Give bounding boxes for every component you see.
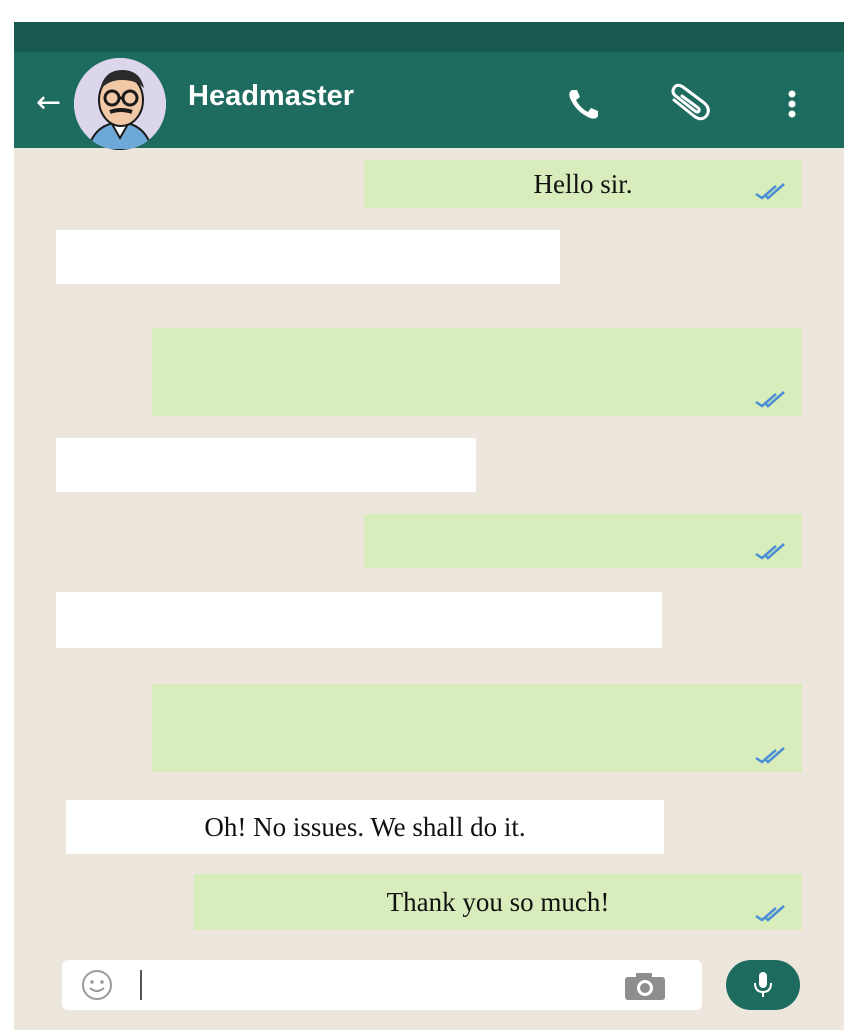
chat-screen: ← Headmaster Hello sir. Oh! No issues. W… [14, 22, 844, 1030]
voice-message-button[interactable] [726, 960, 800, 1010]
message-bubble-outgoing[interactable] [364, 514, 802, 568]
message-text: Thank you so much! [386, 886, 610, 917]
emoji-icon[interactable] [80, 968, 114, 1002]
message-bubble-outgoing[interactable]: Thank you so much! [194, 874, 802, 930]
message-text: Hello sir. [533, 168, 633, 199]
message-bubble-incoming[interactable] [56, 438, 476, 492]
camera-icon[interactable] [622, 970, 668, 1002]
read-receipt-icon [755, 183, 785, 200]
contact-name[interactable]: Headmaster [188, 80, 354, 113]
avatar-illustration [74, 58, 166, 150]
message-bubble-incoming[interactable] [56, 592, 662, 648]
message-bubble-incoming[interactable] [56, 230, 560, 284]
microphone-icon [754, 972, 772, 997]
message-bubble-incoming[interactable]: Oh! No issues. We shall do it. [66, 800, 664, 854]
read-receipt-icon [755, 747, 785, 764]
message-input-bar[interactable] [62, 960, 702, 1010]
chat-header: ← Headmaster [14, 22, 844, 150]
message-text: Oh! No issues. We shall do it. [204, 811, 526, 842]
read-receipt-icon [755, 905, 785, 922]
back-arrow-icon[interactable]: ← [36, 86, 70, 120]
contact-avatar[interactable] [74, 58, 166, 150]
read-receipt-icon [755, 543, 785, 560]
more-options-icon[interactable] [774, 82, 818, 126]
message-bubble-outgoing[interactable]: Hello sir. [364, 160, 802, 208]
message-bubble-outgoing[interactable] [152, 328, 802, 416]
message-list: Hello sir. Oh! No issues. We shall do it… [14, 148, 844, 948]
text-cursor [140, 970, 142, 1000]
paperclip-icon[interactable] [666, 82, 710, 126]
read-receipt-icon [755, 391, 785, 408]
phone-icon[interactable] [562, 82, 606, 126]
status-bar [14, 22, 844, 52]
message-bubble-outgoing[interactable] [152, 684, 802, 772]
